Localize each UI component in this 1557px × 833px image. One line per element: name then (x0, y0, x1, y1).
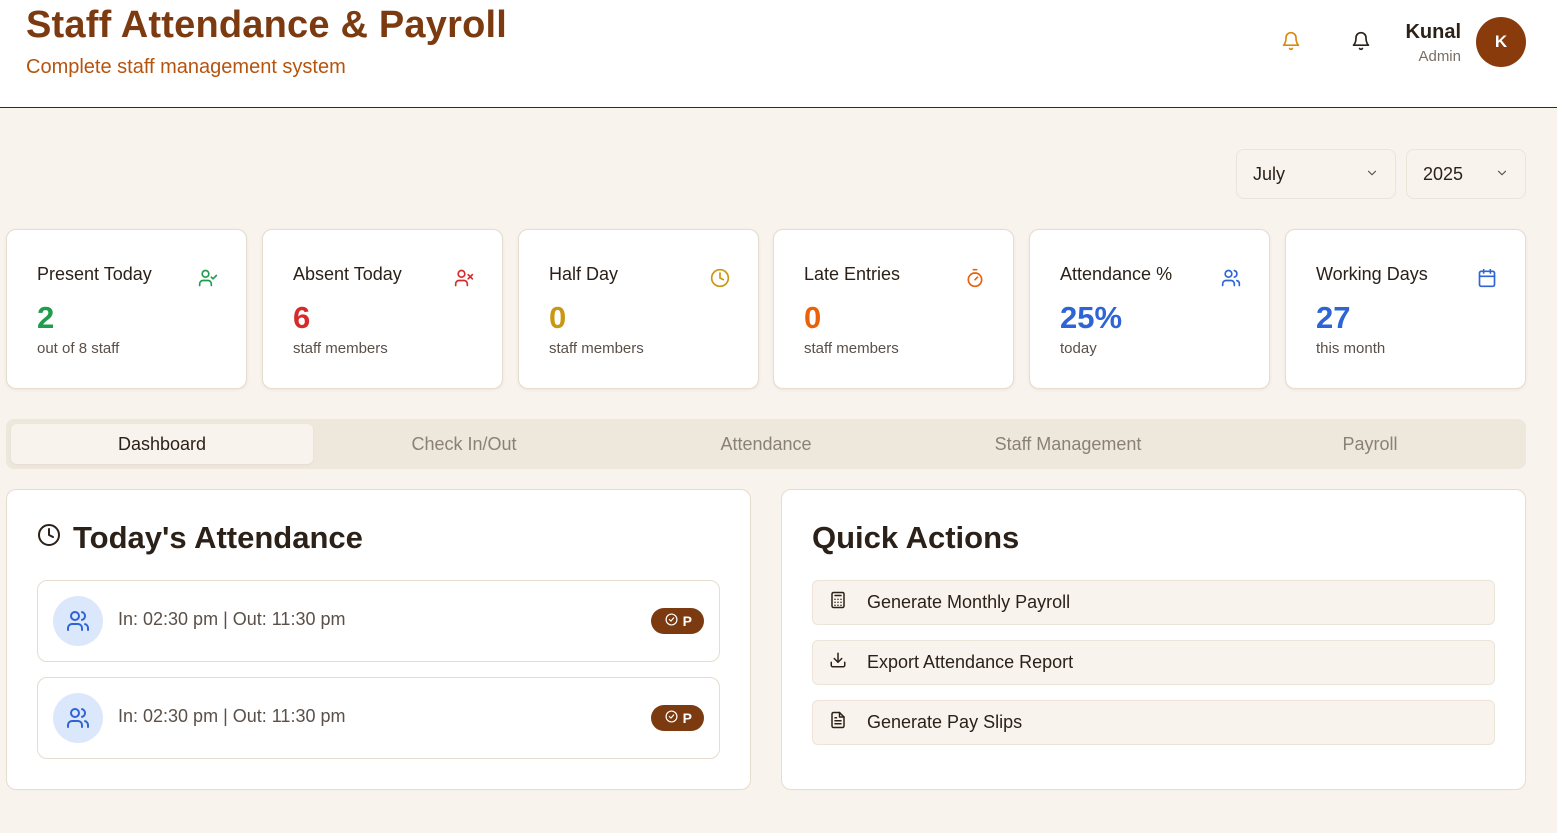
stat-sub: staff members (549, 340, 644, 357)
button-label: Generate Monthly Payroll (867, 592, 1071, 612)
clock-icon (37, 523, 61, 547)
todays-attendance-panel: Today's Attendance In: 02:30 pm | Out: 1… (6, 489, 751, 790)
stat-card-absent: Absent Today 6 staff members (262, 229, 503, 389)
tab-bar: Dashboard Check In/Out Attendance Staff … (6, 419, 1526, 469)
tab-dashboard[interactable]: Dashboard (11, 424, 313, 464)
stat-sub: out of 8 staff (37, 340, 120, 357)
stat-sub: staff members (293, 340, 388, 357)
stat-value: 0 (804, 300, 822, 335)
stat-sub: staff members (804, 340, 899, 357)
stat-value: 2 (37, 300, 55, 335)
tab-staff-management[interactable]: Staff Management (917, 424, 1219, 464)
check-circle-icon (665, 710, 678, 726)
tab-attendance[interactable]: Attendance (615, 424, 917, 464)
user-x-icon (454, 268, 474, 288)
stat-label: Absent Today (293, 264, 402, 284)
calculator-icon (829, 591, 847, 614)
stat-label: Present Today (37, 264, 152, 284)
app-header: Staff Attendance & Payroll Complete staf… (0, 0, 1557, 108)
status-badge: P (650, 705, 704, 731)
users-icon (1221, 268, 1241, 288)
bell-icon[interactable] (1280, 30, 1302, 52)
stat-value: 25% (1060, 300, 1123, 335)
user-name: Kunal (1405, 21, 1461, 43)
attendance-time: In: 02:30 pm | Out: 11:30 pm (118, 609, 346, 629)
tab-payroll[interactable]: Payroll (1219, 424, 1521, 464)
month-select-value: July (1253, 163, 1286, 184)
year-select[interactable]: 2025 (1406, 149, 1526, 199)
tab-check-in-out[interactable]: Check In/Out (313, 424, 615, 464)
stat-card-half-day: Half Day 0 staff members (518, 229, 759, 389)
panel-title: Today's Attendance (73, 520, 363, 555)
clock-icon (710, 268, 730, 288)
calendar-icon (1477, 268, 1497, 288)
bell-icon[interactable] (1350, 30, 1372, 52)
button-label: Export Attendance Report (867, 652, 1074, 672)
month-select[interactable]: July (1236, 149, 1396, 199)
file-text-icon (829, 711, 847, 734)
chevron-down-icon (1365, 164, 1379, 185)
status-badge-label: P (682, 710, 692, 726)
stat-card-attendance-percent: Attendance % 25% today (1029, 229, 1270, 389)
users-icon (53, 693, 103, 743)
status-badge-label: P (682, 613, 692, 629)
stat-sub: this month (1316, 340, 1386, 357)
chevron-down-icon (1495, 164, 1509, 185)
download-icon (829, 651, 847, 674)
app-subtitle: Complete staff management system (26, 56, 346, 78)
status-badge: P (650, 608, 704, 634)
panel-title: Quick Actions (812, 520, 1020, 555)
button-label: Generate Pay Slips (867, 712, 1023, 732)
avatar[interactable]: K (1476, 17, 1526, 67)
stat-value: 27 (1316, 300, 1351, 335)
check-circle-icon (665, 613, 678, 629)
stat-label: Attendance % (1060, 264, 1173, 284)
stat-value: 0 (549, 300, 567, 335)
user-role: Admin (1418, 48, 1461, 65)
stat-sub: today (1060, 340, 1097, 357)
generate-pay-slips-button[interactable]: Generate Pay Slips (812, 700, 1495, 745)
stat-card-late: Late Entries 0 staff members (773, 229, 1014, 389)
attendance-time: In: 02:30 pm | Out: 11:30 pm (118, 706, 346, 726)
stat-card-working-days: Working Days 27 this month (1285, 229, 1526, 389)
stat-value: 6 (293, 300, 311, 335)
export-attendance-report-button[interactable]: Export Attendance Report (812, 640, 1495, 685)
app-title: Staff Attendance & Payroll (26, 4, 507, 46)
stat-label: Working Days (1316, 264, 1428, 284)
users-icon (53, 596, 103, 646)
year-select-value: 2025 (1423, 163, 1464, 184)
generate-monthly-payroll-button[interactable]: Generate Monthly Payroll (812, 580, 1495, 625)
attendance-row[interactable]: In: 02:30 pm | Out: 11:30 pm P (37, 580, 720, 662)
user-check-icon (198, 268, 218, 288)
stat-label: Half Day (549, 264, 619, 284)
stat-card-present: Present Today 2 out of 8 staff (6, 229, 247, 389)
stat-label: Late Entries (804, 264, 901, 284)
attendance-row[interactable]: In: 02:30 pm | Out: 11:30 pm P (37, 677, 720, 759)
quick-actions-panel: Quick Actions Generate Monthly Payroll E… (781, 489, 1526, 790)
timer-icon (965, 268, 985, 288)
